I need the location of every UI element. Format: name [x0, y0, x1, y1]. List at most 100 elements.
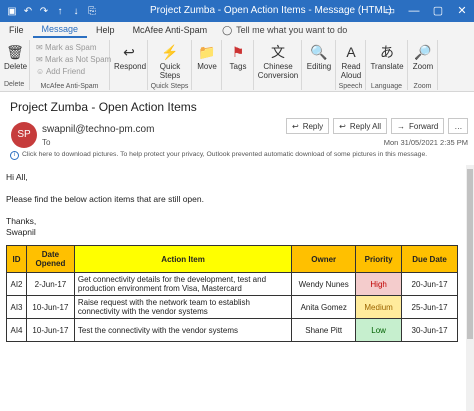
cell-due: 30-Jun-17: [401, 318, 458, 342]
person-icon: ☺: [36, 67, 45, 76]
down-arrow-icon[interactable]: ↓: [70, 6, 82, 17]
table-row: AI2 2-Jun-17 Get connectivity details fo…: [6, 272, 458, 296]
tags-label: Tags: [229, 62, 247, 71]
minimize-icon[interactable]: —: [402, 0, 426, 22]
mark-spam-button[interactable]: ✉ Mark as Spam: [36, 43, 97, 52]
chinese-conversion-button[interactable]: 文 Chinese Conversion: [256, 44, 300, 80]
up-arrow-icon[interactable]: ↑: [54, 6, 66, 17]
folder-icon: 📁: [198, 44, 216, 60]
sender-address[interactable]: swapnil@techno-pm.com: [42, 124, 154, 135]
quick-steps-button[interactable]: ⚡ Quick Steps: [152, 44, 188, 80]
translate-button[interactable]: あ Translate: [370, 44, 404, 71]
cell-owner: Anita Gomez: [291, 295, 357, 319]
header-priority: Priority: [355, 245, 403, 273]
avatar: SP: [11, 122, 37, 148]
close-icon[interactable]: ✕: [450, 0, 474, 22]
copy-icon[interactable]: ⎘: [86, 6, 98, 17]
flag-icon: ⚑: [231, 44, 245, 60]
zoom-button[interactable]: 🔎 Zoom: [410, 44, 436, 71]
group-quick-steps: ⚡ Quick Steps Quick Steps: [148, 40, 192, 90]
infobar-text: Click here to download pictures. To help…: [22, 151, 428, 158]
lightbulb-icon: ◯: [222, 24, 233, 35]
cell-owner: Shane Pitt: [291, 318, 357, 342]
read-aloud-label: Read Aloud: [340, 62, 362, 80]
cell-priority: Medium: [355, 295, 403, 319]
scrollbar-thumb[interactable]: [467, 169, 473, 339]
greeting: Hi All,: [6, 172, 28, 182]
tab-mcafee[interactable]: McAfee Anti-Spam: [124, 25, 217, 35]
header-action-item: Action Item: [73, 245, 293, 273]
delete-button[interactable]: 🗑 Delete: [4, 44, 28, 71]
forward-button[interactable]: → Forward: [390, 118, 445, 134]
ribbon-tabs: File Message Help McAfee Anti-Spam ◯ Tel…: [0, 22, 474, 38]
reply-all-button[interactable]: ↩ Reply All: [333, 118, 387, 134]
group-chinese: 文 Chinese Conversion: [254, 40, 302, 90]
more-actions-button[interactable]: …: [448, 118, 469, 134]
cell-date: 2-Jun-17: [25, 272, 75, 296]
thanks: Thanks,: [6, 216, 37, 226]
tab-help[interactable]: Help: [87, 25, 124, 35]
picture-info-bar[interactable]: i Click here to download pictures. To hel…: [10, 151, 470, 163]
group-respond: ↩ Respond: [110, 40, 148, 90]
group-label-mcafee: McAfee Anti-Spam: [40, 83, 99, 90]
chinese-icon: 文: [271, 44, 285, 60]
trash-icon: 🗑: [6, 44, 24, 60]
chinese-label: Chinese Conversion: [257, 62, 299, 80]
group-tags: ⚑ Tags: [222, 40, 254, 90]
mark-not-spam-button[interactable]: ✉ Mark as Not Spam: [36, 55, 111, 64]
cell-due: 20-Jun-17: [401, 272, 458, 296]
cell-priority: Low: [355, 318, 403, 342]
move-button[interactable]: 📁 Move: [194, 44, 220, 71]
editing-button[interactable]: 🔍 Editing: [304, 44, 334, 71]
window-title: Project Zumba - Open Action Items - Mess…: [150, 5, 392, 16]
reply-button[interactable]: ↩ Reply: [286, 118, 330, 134]
mark-spam-label: Mark as Spam: [44, 43, 97, 52]
reply-all-icon: ↩: [339, 121, 346, 131]
cell-owner: Wendy Nunes: [291, 272, 357, 296]
to-label: To: [42, 138, 51, 147]
body-line: Please find the below action items that …: [6, 194, 204, 204]
group-label-speech: Speech: [338, 83, 363, 90]
read-aloud-button[interactable]: A Read Aloud: [338, 44, 364, 80]
mark-not-spam-label: Mark as Not Spam: [44, 55, 112, 64]
vertical-scrollbar[interactable]: [466, 165, 474, 411]
save-icon[interactable]: ▣: [6, 6, 18, 17]
signature: Swapnil: [6, 227, 36, 237]
cell-date: 10-Jun-17: [25, 318, 75, 342]
window-controls: ▭ — ▢ ✕: [378, 0, 474, 22]
lightning-icon: ⚡: [161, 44, 179, 60]
action-items-table: ID Date Opened Action Item Owner Priorit…: [6, 245, 458, 342]
cell-action-item: Test the connectivity with the vendor sy…: [73, 318, 293, 342]
message-date: Mon 31/05/2021 2:35 PM: [383, 138, 468, 147]
tags-button[interactable]: ⚑ Tags: [225, 44, 251, 71]
cell-due: 25-Jun-17: [401, 295, 458, 319]
reply-all-label: Reply All: [349, 121, 381, 131]
tab-message[interactable]: Message: [32, 22, 88, 38]
add-friend-label: Add Friend: [45, 67, 86, 76]
reply-label: Reply: [302, 121, 324, 131]
magnifier-icon: 🔍: [310, 44, 328, 60]
undo-icon[interactable]: ↶: [22, 6, 34, 17]
title-bar: ▣ ↶ ↷ ↑ ↓ ⎘ Project Zumba - Open Action …: [0, 0, 474, 22]
read-aloud-icon: A: [346, 44, 356, 60]
add-friend-button[interactable]: ☺ Add Friend: [36, 67, 85, 76]
header-owner: Owner: [291, 245, 357, 273]
quick-steps-label: Quick Steps: [159, 62, 181, 80]
more-icon: …: [454, 121, 463, 131]
table-row: AI4 10-Jun-17 Test the connectivity with…: [6, 318, 458, 342]
respond-button[interactable]: ↩ Respond: [114, 44, 146, 71]
cell-id: AI4: [6, 318, 27, 342]
group-label-delete: Delete: [4, 81, 25, 88]
cell-action-item: Get connectivity details for the develop…: [73, 272, 293, 296]
header-date-opened: Date Opened: [25, 245, 75, 273]
delete-label: Delete: [4, 62, 28, 71]
tell-me-box[interactable]: ◯ Tell me what you want to do: [222, 25, 347, 36]
tell-me-text: Tell me what you want to do: [236, 25, 348, 35]
translate-icon: あ: [380, 44, 394, 60]
tab-file[interactable]: File: [0, 25, 33, 35]
group-zoom: 🔎 Zoom Zoom: [408, 40, 438, 90]
ribbon-display-icon[interactable]: ▭: [378, 0, 402, 22]
move-label: Move: [197, 62, 217, 71]
redo-icon[interactable]: ↷: [38, 6, 50, 17]
maximize-icon[interactable]: ▢: [426, 0, 450, 22]
